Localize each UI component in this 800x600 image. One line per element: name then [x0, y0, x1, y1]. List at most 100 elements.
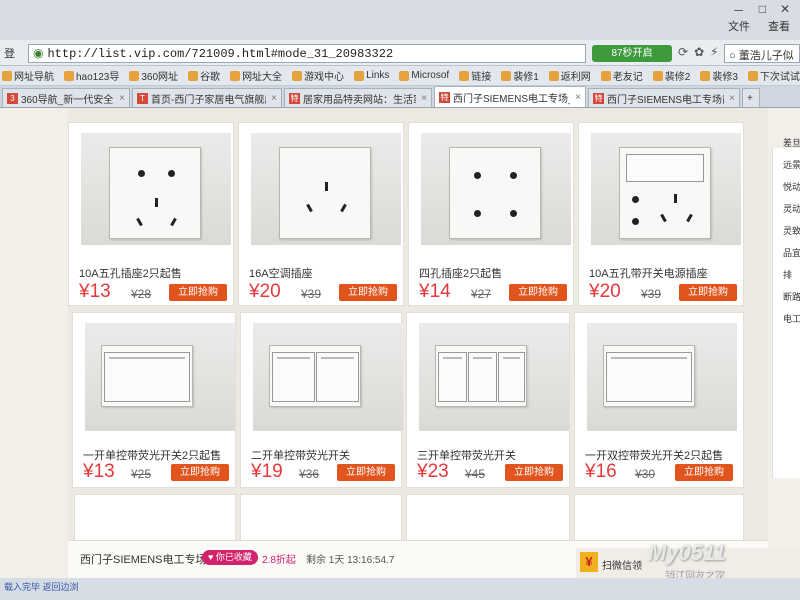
browser-tab[interactable]: 特西门子SIEMENS电工专场简约百乐 ×	[588, 88, 740, 107]
product-card[interactable]: 三开单控带荧光开关 ¥23 ¥45 立即抢购	[406, 312, 570, 488]
buy-now-button[interactable]: 立即抢购	[337, 464, 395, 481]
sidebar-item[interactable]: 远景	[783, 158, 800, 171]
sidebar-item[interactable]: 差旦	[783, 136, 800, 149]
product-image[interactable]	[591, 133, 741, 245]
lightning-icon[interactable]: ⚡	[710, 45, 718, 59]
product-card[interactable]: 二开单控带荧光开关 ¥19 ¥36 立即抢购	[240, 312, 403, 488]
product-card[interactable]	[574, 494, 744, 544]
favorite-link[interactable]: 返利网	[548, 68, 591, 83]
sidebar-item[interactable]: 品宜	[783, 246, 800, 259]
folder-icon	[2, 70, 12, 81]
switch-plate	[269, 345, 361, 407]
sidebar-item[interactable]: 排	[783, 268, 792, 281]
sidebar-item[interactable]: 电工阁	[783, 312, 800, 325]
speed-badge[interactable]: 87秒开启	[592, 45, 672, 62]
search-text: 董浩儿子似	[738, 50, 794, 62]
product-name[interactable]: 16A空调插座	[249, 265, 313, 281]
favorite-link[interactable]: 链接	[459, 68, 491, 83]
favorite-label: 裴修2	[664, 72, 691, 83]
countdown-timer: 剩余 1天 13:16:54.7	[306, 555, 395, 566]
maximize-icon[interactable]: □	[759, 2, 766, 19]
switch-rocker	[498, 352, 525, 402]
buy-now-button[interactable]: 立即抢购	[169, 284, 227, 301]
close-icon[interactable]: ✕	[780, 2, 790, 19]
product-card[interactable]	[240, 494, 402, 544]
product-card[interactable]: 16A空调插座 ¥20 ¥39 立即抢购	[238, 122, 404, 306]
settings-icon[interactable]: ✿	[694, 45, 704, 59]
product-image[interactable]	[81, 133, 231, 245]
favorite-link[interactable]: 下次试试	[747, 68, 800, 83]
original-price: ¥39	[641, 287, 662, 301]
favorite-label: 谷歌	[200, 72, 221, 83]
menu-file[interactable]: 文件	[728, 18, 750, 34]
product-price: ¥19	[251, 461, 283, 482]
close-tab-icon[interactable]: ×	[119, 93, 125, 104]
product-card[interactable]	[74, 494, 236, 544]
login-label[interactable]: 登	[0, 45, 28, 61]
favorite-label: 360网址	[141, 72, 179, 83]
buy-now-button[interactable]: 立即抢购	[679, 284, 737, 301]
sidebar-item[interactable]: 悦动	[783, 180, 800, 193]
promo-text[interactable]: 扫微信领	[602, 557, 642, 572]
buy-now-button[interactable]: 立即抢购	[339, 284, 397, 301]
product-name[interactable]: 10A五孔带开关电源插座	[589, 265, 708, 281]
sidebar-item[interactable]: 断路	[783, 290, 800, 303]
close-tab-icon[interactable]: ×	[729, 93, 735, 104]
close-tab-icon[interactable]: ×	[575, 92, 581, 103]
switch-rocker	[606, 352, 692, 402]
product-image[interactable]	[251, 133, 401, 245]
favorite-link[interactable]: 网址导航	[2, 68, 54, 83]
tab-label: 西门子SIEMENS电工专场简约百乐	[607, 94, 724, 106]
favorite-link[interactable]: 谷歌	[188, 68, 220, 83]
new-tab-button[interactable]: +	[742, 88, 760, 107]
menu-view[interactable]: 查看	[768, 18, 790, 34]
minimize-icon[interactable]: －	[733, 2, 745, 19]
favorite-label: 链接	[471, 72, 492, 83]
favorites-bar: 网址导航 hao123导 360网址 谷歌 网址大全 游戏中心 Links Microsof 链…	[0, 66, 800, 86]
search-input[interactable]: ○ 董浩儿子似	[724, 44, 800, 63]
product-image[interactable]	[85, 323, 235, 431]
favorite-link[interactable]: 游戏中心	[292, 68, 344, 83]
close-tab-icon[interactable]: ×	[421, 93, 427, 104]
socket-plate	[279, 147, 371, 239]
favorite-link[interactable]: 网址大全	[230, 68, 282, 83]
buy-now-button[interactable]: 立即抢购	[171, 464, 229, 481]
favorite-link[interactable]: hao123导	[64, 68, 119, 83]
product-card[interactable]: 四孔插座2只起售 ¥14 ¥27 立即抢购	[408, 122, 574, 306]
favorite-link[interactable]: 裴修3	[700, 68, 738, 83]
browser-tab[interactable]: 特居家用品特卖网站：生活家电 ×	[284, 88, 432, 107]
product-name[interactable]: 10A五孔插座2只起售	[79, 265, 182, 281]
favorite-link[interactable]: 老友记	[600, 68, 643, 83]
product-card[interactable]: 10A五孔带开关电源插座 ¥20 ¥39 立即抢购	[578, 122, 744, 306]
product-image[interactable]	[419, 323, 569, 431]
browser-tab[interactable]: 3360导航_新一代安全上网导航 ×	[2, 88, 130, 107]
close-tab-icon[interactable]: ×	[271, 93, 277, 104]
buy-now-button[interactable]: 立即抢购	[505, 464, 563, 481]
favorite-link[interactable]: 360网址	[129, 68, 178, 83]
browser-tab[interactable]: T首页-西门子家居电气旗舰店-天 ×	[132, 88, 282, 107]
favorite-link[interactable]: 裴修2	[652, 68, 691, 83]
product-price: ¥20	[589, 281, 621, 302]
product-card[interactable]	[406, 494, 570, 544]
buy-now-button[interactable]: 立即抢购	[675, 464, 733, 481]
product-card[interactable]: 一开双控带荧光开关2只起售 ¥16 ¥30 立即抢购	[574, 312, 744, 488]
browser-tab[interactable]: 特西门子SIEMENS电工专场_唯品会 ×	[434, 86, 586, 107]
favorite-link[interactable]: Microsof	[399, 70, 449, 81]
url-input[interactable]: ◉ http://list.vip.com/721009.html#mode_31…	[28, 44, 586, 63]
store-name[interactable]: 西门子SIEMENS电工专场	[80, 551, 207, 567]
buy-now-button[interactable]: 立即抢购	[509, 284, 567, 301]
product-card[interactable]: 10A五孔插座2只起售 ¥13 ¥28 立即抢购	[68, 122, 234, 306]
favorite-button[interactable]: ♥ 你已收藏	[202, 550, 258, 565]
product-card[interactable]: 一开单控带荧光开关2只起售 ¥13 ¥25 立即抢购	[72, 312, 236, 488]
sidebar-item[interactable]: 灵动	[783, 202, 800, 215]
favorite-label: 返利网	[560, 72, 591, 83]
product-image[interactable]	[421, 133, 571, 245]
product-image[interactable]	[253, 323, 403, 431]
favorite-label: 网址大全	[242, 72, 283, 83]
refresh-icon[interactable]: ⟳	[678, 45, 688, 59]
favorite-link[interactable]: Links	[354, 70, 389, 81]
product-image[interactable]	[587, 323, 737, 431]
sidebar-item[interactable]: 灵致	[783, 224, 800, 237]
product-name[interactable]: 四孔插座2只起售	[419, 265, 502, 281]
favorite-link[interactable]: 裴修1	[501, 68, 539, 83]
